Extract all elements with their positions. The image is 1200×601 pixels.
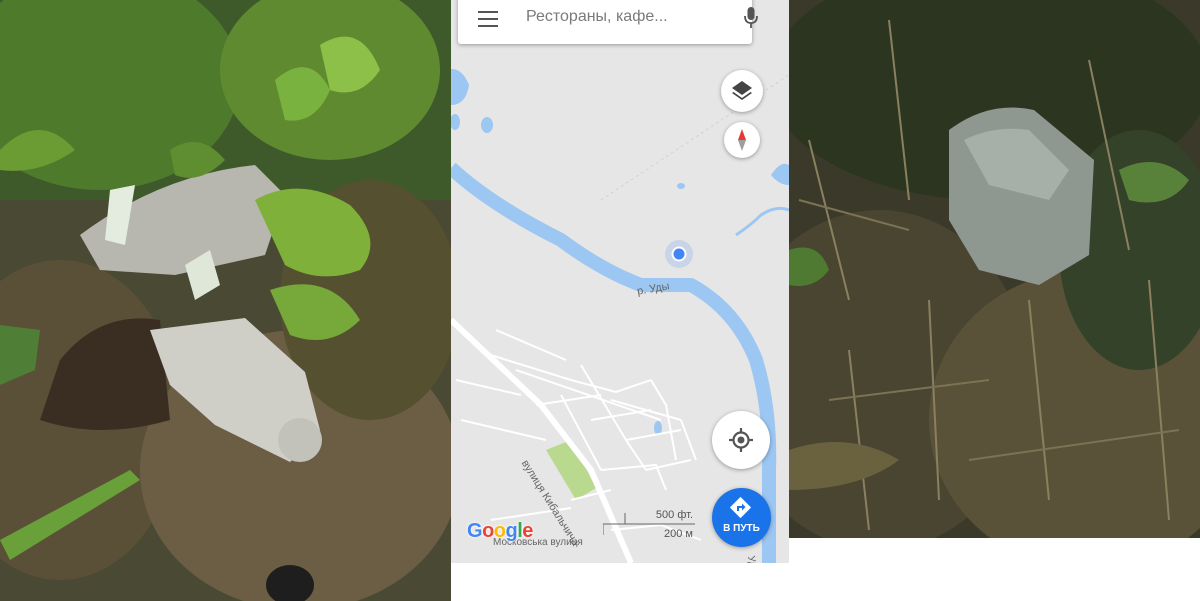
scale-bar: 500 фт. 200 м: [603, 509, 695, 541]
scale-imperial: 500 фт.: [655, 509, 693, 521]
map-screenshot: р. Уды вулиця Кибальчича Московська вули…: [451, 0, 789, 563]
left-photo: [0, 0, 451, 601]
compass-button[interactable]: [724, 122, 760, 158]
directions-label: В ПУТЬ: [723, 523, 760, 534]
my-location-icon: [729, 428, 753, 452]
search-bar[interactable]: Рестораны, кафе...: [458, 0, 758, 44]
my-location-button[interactable]: [712, 411, 770, 469]
layers-icon: [732, 81, 752, 100]
directions-icon: [729, 496, 752, 519]
location-dot-icon: [665, 240, 693, 268]
directions-button[interactable]: В ПУТЬ: [712, 488, 771, 547]
search-input[interactable]: Рестораны, кафе...: [526, 8, 668, 26]
right-photo: [789, 0, 1200, 538]
menu-icon[interactable]: [478, 11, 498, 27]
google-logo: Google: [467, 520, 533, 542]
layers-button[interactable]: [721, 70, 763, 112]
compass-icon: [738, 129, 746, 151]
microphone-icon[interactable]: [744, 6, 758, 30]
scale-metric: 200 м: [664, 528, 693, 540]
